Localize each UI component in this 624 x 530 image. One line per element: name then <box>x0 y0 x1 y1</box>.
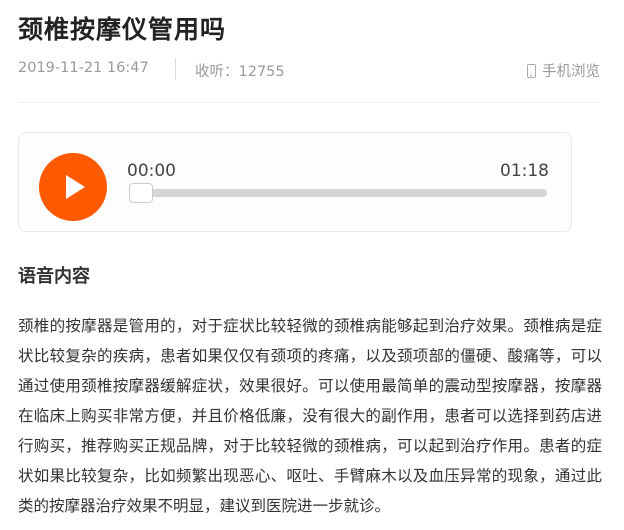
phone-icon <box>527 64 536 78</box>
total-time: 01:18 <box>500 161 549 181</box>
section-title: 语音内容 <box>18 266 90 287</box>
progress-track[interactable] <box>129 183 547 203</box>
listen-count: 收听：12755 <box>195 64 285 80</box>
play-button[interactable] <box>39 153 107 221</box>
mobile-view-link[interactable]: 手机浏览 <box>527 60 600 81</box>
transcript-text: 颈椎的按摩器是管用的，对于症状比较轻微的颈椎病能够起到治疗效果。颈椎病是症状比较… <box>18 317 602 515</box>
publish-date: 2019-11-21 16:47 <box>18 60 149 76</box>
article-meta: 2019-11-21 16:47 收听：12755 手机浏览 <box>18 58 600 81</box>
current-time: 00:00 <box>127 161 176 181</box>
audio-player: 00:00 01:18 <box>18 132 572 232</box>
meta-divider <box>175 58 176 80</box>
header-divider <box>18 102 600 103</box>
mobile-view-label: 手机浏览 <box>542 64 600 80</box>
play-icon <box>66 175 85 199</box>
progress-handle[interactable] <box>129 183 153 203</box>
page-title: 颈椎按摩仪管用吗 <box>18 15 227 44</box>
